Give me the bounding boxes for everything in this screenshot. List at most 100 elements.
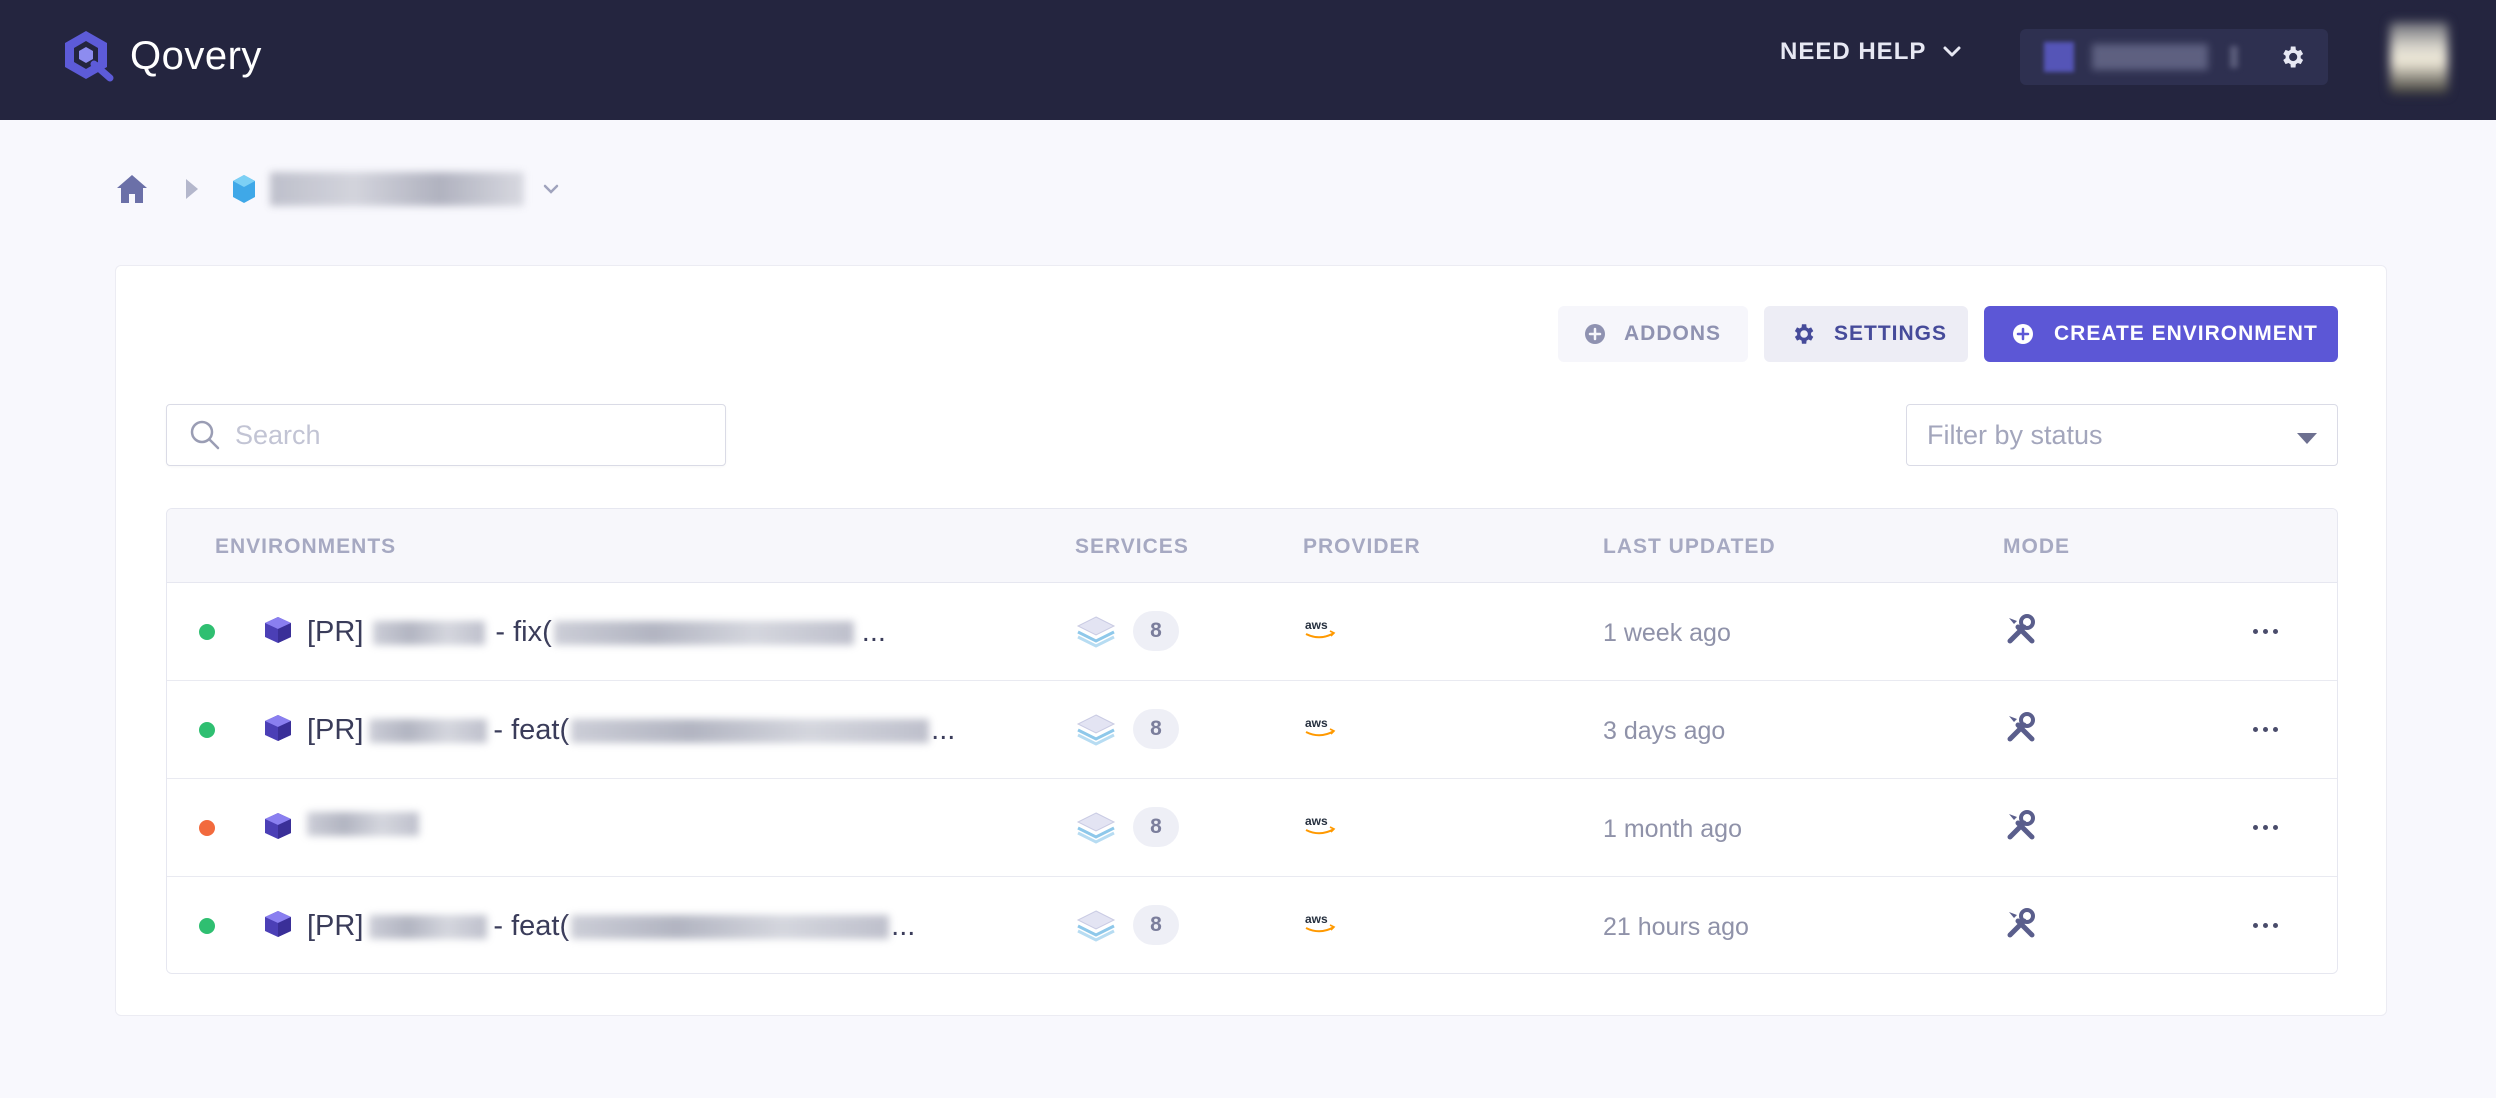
organization-divider xyxy=(2230,46,2238,68)
addons-label: ADDONS xyxy=(1624,322,1722,345)
settings-button[interactable]: SETTINGS xyxy=(1764,306,1968,362)
environment-name[interactable] xyxy=(307,812,419,836)
aws-logo-icon: aws xyxy=(1305,618,1336,639)
environment-connector: - fix( xyxy=(495,616,552,648)
more-options-icon[interactable] xyxy=(2253,923,2278,928)
settings-label: SETTINGS xyxy=(1834,322,1948,345)
more-options-icon[interactable] xyxy=(2253,825,2278,830)
table-row[interactable]: [PR] - feat( ... 8 aws 21 hours ago xyxy=(167,877,2337,973)
environment-cube-icon xyxy=(265,715,291,741)
chevron-down-icon xyxy=(1943,46,1961,57)
stack-icon xyxy=(1076,714,1116,746)
table-row[interactable]: 8 aws 1 month ago xyxy=(167,779,2337,877)
environment-name[interactable]: [PR] - feat( ... xyxy=(307,910,915,943)
environment-suffix: ... xyxy=(891,910,916,942)
create-environment-button[interactable]: CREATE ENVIRONMENT xyxy=(1984,306,2338,362)
svg-text:aws: aws xyxy=(1305,912,1328,926)
redacted-text xyxy=(307,812,419,836)
stack-icon xyxy=(1076,910,1116,942)
last-updated: 21 hours ago xyxy=(1603,913,1749,941)
environments-card: ADDONS SETTINGS CREATE ENVIRONMENT Filte… xyxy=(115,265,2387,1016)
stack-icon xyxy=(1076,616,1116,648)
qovery-logo-icon xyxy=(65,31,114,82)
more-options-icon[interactable] xyxy=(2253,727,2278,732)
status-dot xyxy=(199,624,215,640)
redacted-text xyxy=(369,718,488,743)
status-filter-select[interactable]: Filter by status xyxy=(1906,404,2338,466)
environment-connector: - feat( xyxy=(493,714,570,746)
more-options-icon[interactable] xyxy=(2253,629,2278,634)
search-box xyxy=(166,404,726,466)
redacted-text xyxy=(571,718,930,743)
organization-settings-gear-icon[interactable] xyxy=(2278,43,2306,76)
status-filter-placeholder: Filter by status xyxy=(1927,419,2103,450)
breadcrumb-project-name-redacted[interactable] xyxy=(270,172,524,206)
need-help-menu[interactable]: NEED HELP xyxy=(1780,38,1962,66)
tools-icon xyxy=(2007,908,2035,938)
organization-logo xyxy=(2044,42,2074,72)
caret-down-icon xyxy=(2297,433,2317,444)
chevron-down-icon[interactable] xyxy=(542,183,560,195)
table-header: ENVIRONMENTS SERVICES PROVIDER LAST UPDA… xyxy=(167,509,2337,583)
services-count-badge: 8 xyxy=(1133,611,1179,651)
plus-circle-icon xyxy=(2013,324,2033,344)
search-icon xyxy=(190,420,220,450)
status-dot xyxy=(199,918,215,934)
top-navbar: Qovery NEED HELP xyxy=(0,0,2496,120)
breadcrumb xyxy=(114,172,560,206)
environment-prefix: [PR] xyxy=(307,616,364,648)
environment-suffix: ... xyxy=(861,616,886,648)
last-updated: 3 days ago xyxy=(1603,717,1726,745)
logo-text: Qovery xyxy=(130,33,262,78)
tools-icon xyxy=(2007,712,2035,742)
status-dot xyxy=(199,820,215,836)
search-input[interactable] xyxy=(235,419,695,451)
redacted-text xyxy=(571,914,890,939)
environment-prefix: [PR] xyxy=(307,910,364,942)
environment-connector: - feat( xyxy=(493,910,570,942)
redacted-text xyxy=(373,620,486,645)
organization-switcher[interactable] xyxy=(2020,29,2328,85)
addons-button[interactable]: ADDONS xyxy=(1558,306,1748,362)
user-avatar[interactable] xyxy=(2390,22,2448,94)
services-count-badge: 8 xyxy=(1133,905,1179,945)
environment-cube-icon xyxy=(265,813,291,839)
redacted-text xyxy=(369,914,488,939)
aws-logo-icon: aws xyxy=(1305,814,1336,835)
table-row[interactable]: [PR] - fix( ... 8 aws 1 week ago xyxy=(167,583,2337,681)
gear-icon xyxy=(1794,324,1814,344)
svg-text:aws: aws xyxy=(1305,618,1328,632)
hexagon-icon xyxy=(233,175,255,203)
header-environments[interactable]: ENVIRONMENTS xyxy=(215,535,396,559)
status-dot xyxy=(199,722,215,738)
svg-text:aws: aws xyxy=(1305,716,1328,730)
environment-cube-icon xyxy=(265,911,291,937)
table-row[interactable]: [PR] - feat( ... 8 aws 3 days ago xyxy=(167,681,2337,779)
header-last-updated[interactable]: LAST UPDATED xyxy=(1603,535,1776,559)
environment-cube-icon xyxy=(265,617,291,643)
header-provider[interactable]: PROVIDER xyxy=(1303,535,1421,559)
services-count-badge: 8 xyxy=(1133,709,1179,749)
need-help-label: NEED HELP xyxy=(1780,38,1927,65)
redacted-text xyxy=(553,620,854,645)
svg-text:aws: aws xyxy=(1305,814,1328,828)
aws-logo-icon: aws xyxy=(1305,716,1336,737)
services-count-badge: 8 xyxy=(1133,807,1179,847)
tools-icon xyxy=(2007,614,2035,644)
tools-icon xyxy=(2007,810,2035,840)
aws-logo-icon: aws xyxy=(1305,912,1336,933)
plus-circle-icon xyxy=(1585,324,1605,344)
environment-name[interactable]: [PR] - fix( ... xyxy=(307,616,886,649)
environments-table: ENVIRONMENTS SERVICES PROVIDER LAST UPDA… xyxy=(166,508,2338,974)
last-updated: 1 month ago xyxy=(1603,815,1742,843)
stack-icon xyxy=(1076,812,1116,844)
header-services[interactable]: SERVICES xyxy=(1075,535,1189,559)
last-updated: 1 week ago xyxy=(1603,619,1731,647)
environment-name[interactable]: [PR] - feat( ... xyxy=(307,714,955,747)
qovery-logo[interactable]: Qovery xyxy=(60,28,262,84)
organization-name-redacted xyxy=(2092,44,2208,70)
header-mode[interactable]: MODE xyxy=(2003,535,2070,559)
environment-suffix: ... xyxy=(931,714,956,746)
environment-prefix: [PR] xyxy=(307,714,364,746)
home-icon[interactable] xyxy=(114,172,150,206)
